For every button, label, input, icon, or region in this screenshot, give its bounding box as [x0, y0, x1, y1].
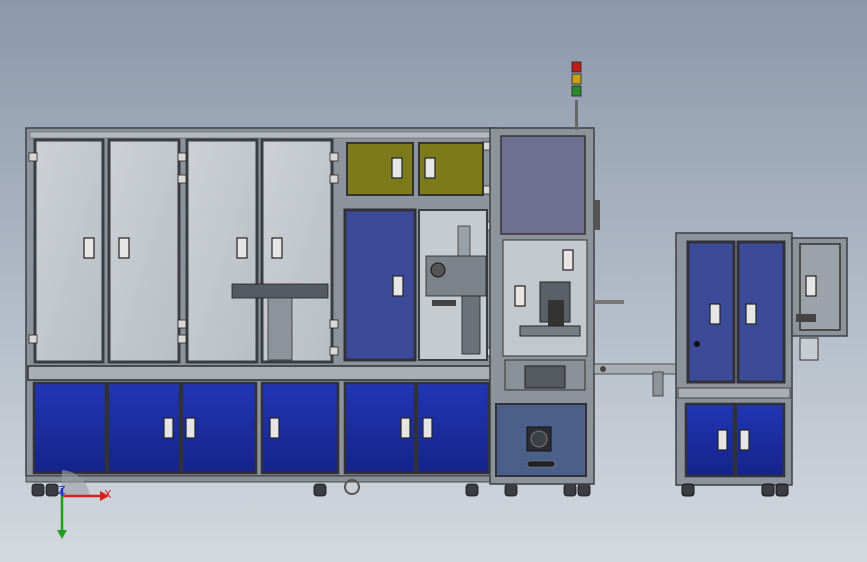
- lower-cabinets: [32, 381, 491, 475]
- signal-light-green: [571, 85, 582, 97]
- blue-upper-door: [343, 208, 417, 362]
- internal-rail: [231, 283, 329, 299]
- signal-tower: [571, 61, 582, 130]
- signal-light-amber: [571, 73, 582, 85]
- door-handle: [424, 157, 436, 179]
- work-area-mechanism: [418, 209, 488, 361]
- machine-drawing: X Z: [25, 61, 848, 539]
- cad-viewport[interactable]: X Z: [0, 0, 867, 562]
- olive-panel-left: [346, 142, 414, 196]
- door-handle: [83, 237, 95, 259]
- axis-x-label: X: [104, 488, 112, 501]
- door-handle: [391, 157, 403, 179]
- signal-light-red: [571, 61, 582, 73]
- conveyor-bridge: [593, 363, 681, 397]
- side-module: [675, 232, 848, 497]
- axis-z-label: Z: [58, 484, 66, 497]
- door-handle: [392, 275, 404, 297]
- door-handle: [236, 237, 248, 259]
- side-upper-door-right: [736, 240, 786, 384]
- purple-electrical-panel: [500, 135, 586, 235]
- control-module: [489, 127, 624, 485]
- table-top: [27, 365, 495, 381]
- cabinet-door: [32, 381, 108, 475]
- door-handle: [118, 237, 130, 259]
- door-handle: [271, 237, 283, 259]
- casters: [31, 483, 591, 497]
